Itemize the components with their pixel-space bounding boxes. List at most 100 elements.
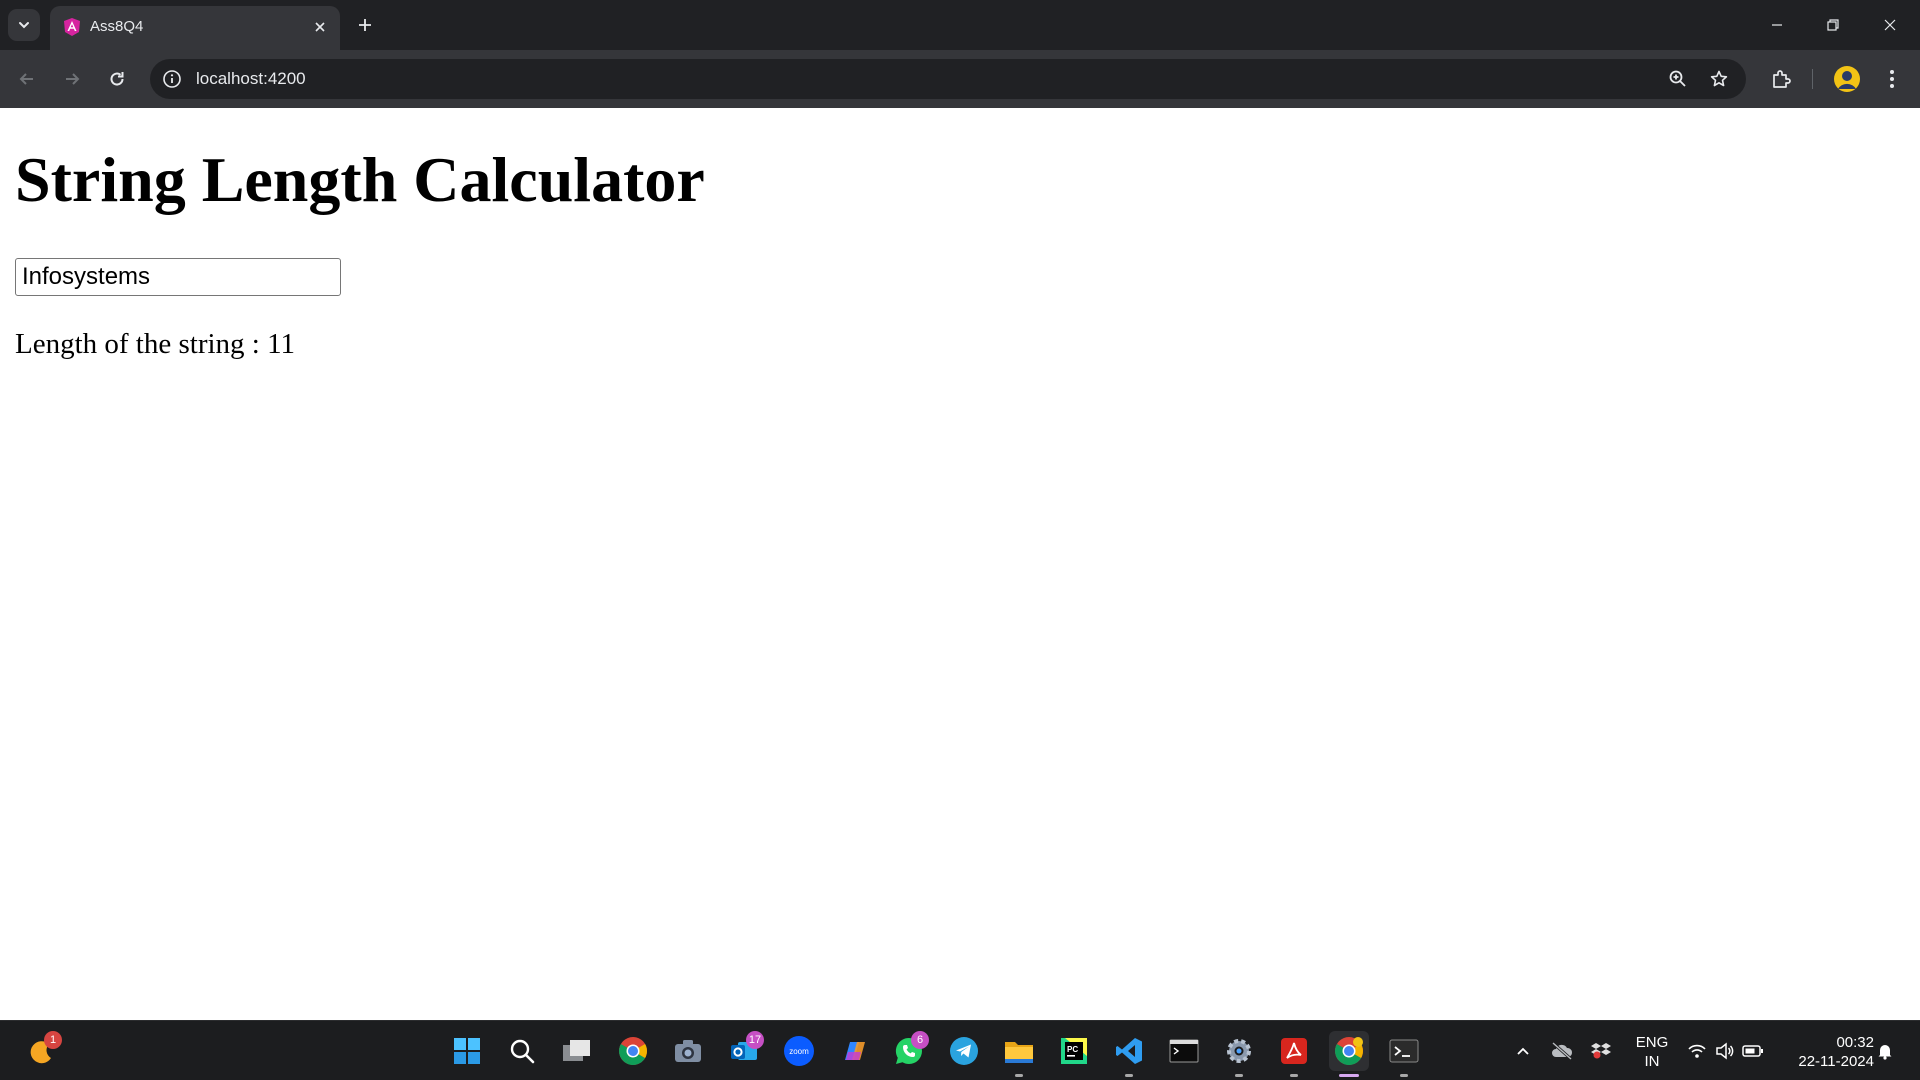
pycharm-icon: PC: [1061, 1038, 1087, 1064]
page-content: String Length Calculator Length of the s…: [0, 108, 1920, 1020]
taskbar: 1 17 zoom 6 PC ENG IN 00:32 22-11-2024: [0, 1020, 1920, 1080]
forward-button[interactable]: [55, 62, 89, 96]
chevron-up-icon: [1517, 1047, 1529, 1055]
taskbar-acrobat[interactable]: [1274, 1031, 1314, 1077]
arrow-left-icon: [19, 73, 33, 85]
arrow-right-icon: [66, 73, 80, 85]
language-region: IN: [1644, 1053, 1660, 1070]
wifi-tray[interactable]: [1684, 1037, 1710, 1065]
tab-title: Ass8Q4: [90, 18, 144, 35]
onedrive-tray[interactable]: [1549, 1037, 1575, 1065]
taskbar-zoom[interactable]: zoom: [779, 1031, 819, 1071]
extensions-button[interactable]: [1764, 62, 1798, 96]
taskbar-vscode[interactable]: [1109, 1031, 1149, 1077]
profile-button[interactable]: [1830, 62, 1864, 96]
taskbar-file-explorer[interactable]: [999, 1031, 1039, 1077]
clock-time: 00:32: [1836, 1034, 1874, 1051]
windows-icon: [454, 1038, 480, 1064]
language-indicator[interactable]: ENG IN: [1630, 1033, 1674, 1071]
zoom-in-icon: [1669, 70, 1686, 87]
running-indicator: [1235, 1074, 1243, 1077]
clock[interactable]: 00:32 22-11-2024: [1780, 1033, 1874, 1071]
tab-close-button[interactable]: [310, 17, 330, 37]
bookmark-button[interactable]: [1707, 67, 1731, 91]
taskbar-settings[interactable]: [1219, 1031, 1259, 1077]
star-icon: [1710, 70, 1728, 87]
taskbar-terminal[interactable]: [1164, 1031, 1204, 1071]
zoom-button[interactable]: [1666, 67, 1690, 91]
minimize-icon: [1772, 24, 1782, 26]
taskbar-telegram[interactable]: [944, 1031, 984, 1071]
tab-search-button[interactable]: [8, 9, 40, 41]
taskbar-powershell[interactable]: [1384, 1031, 1424, 1077]
dropbox-tray[interactable]: [1588, 1037, 1614, 1065]
volume-tray[interactable]: [1712, 1037, 1738, 1065]
clock-date: 22-11-2024: [1798, 1053, 1874, 1070]
restore-icon: [1827, 19, 1839, 31]
minimize-button[interactable]: [1759, 10, 1795, 40]
battery-icon: [1742, 1045, 1763, 1057]
weather-widget[interactable]: 1: [22, 1031, 62, 1071]
close-window-button[interactable]: [1872, 10, 1908, 40]
page-title: String Length Calculator: [15, 144, 705, 215]
command-prompt-icon: [1389, 1039, 1419, 1063]
reload-icon: [110, 72, 124, 86]
toolbar-divider: [1812, 69, 1813, 89]
zoom-label: zoom: [789, 1047, 809, 1056]
restore-button[interactable]: [1815, 10, 1851, 40]
acrobat-icon: [1281, 1038, 1307, 1064]
cloud-off-icon: [1552, 1041, 1573, 1061]
puzzle-icon: [1773, 70, 1791, 88]
reload-button[interactable]: [100, 62, 134, 96]
taskbar-whatsapp[interactable]: 6: [889, 1031, 929, 1071]
whatsapp-badge: 6: [911, 1031, 929, 1049]
start-button[interactable]: [447, 1031, 487, 1071]
taskbar-copilot[interactable]: [834, 1031, 874, 1071]
taskbar-pycharm[interactable]: PC: [1054, 1031, 1094, 1071]
terminal-icon: [1169, 1039, 1199, 1063]
running-indicator: [1400, 1074, 1408, 1077]
search-button[interactable]: [502, 1031, 542, 1071]
browser-tab[interactable]: Ass8Q4: [50, 6, 340, 50]
active-indicator: [1339, 1074, 1359, 1077]
new-tab-button[interactable]: [352, 12, 378, 38]
url-text[interactable]: localhost:4200: [196, 69, 306, 89]
task-view-icon: [563, 1040, 590, 1061]
menu-button[interactable]: [1875, 62, 1909, 96]
battery-tray[interactable]: [1740, 1037, 1766, 1065]
more-vertical-icon: [1890, 70, 1894, 88]
back-button[interactable]: [10, 62, 44, 96]
running-indicator: [1290, 1074, 1298, 1077]
close-icon: [315, 22, 325, 32]
taskbar-outlook[interactable]: 17: [724, 1031, 764, 1071]
browser-tabstrip: Ass8Q4: [0, 0, 1920, 50]
gear-icon: [1227, 1039, 1251, 1063]
language-code: ENG: [1635, 1034, 1669, 1051]
taskbar-camera[interactable]: [668, 1031, 708, 1071]
copilot-icon: [845, 1042, 865, 1060]
speaker-icon: [1716, 1042, 1734, 1060]
close-icon: [1884, 19, 1896, 31]
folder-icon: [1005, 1042, 1033, 1063]
camera-icon: [675, 1040, 701, 1062]
show-hidden-icons-button[interactable]: [1510, 1037, 1536, 1065]
angular-icon: [64, 18, 80, 36]
address-bar[interactable]: localhost:4200: [150, 59, 1746, 99]
task-view-button[interactable]: [557, 1031, 597, 1071]
pycharm-label: PC: [1067, 1045, 1078, 1054]
vscode-icon: [1116, 1038, 1142, 1064]
chrome-icon: [619, 1037, 647, 1065]
info-icon[interactable]: [162, 69, 182, 89]
chrome-icon: [1335, 1037, 1363, 1065]
taskbar-chrome-active[interactable]: [1329, 1031, 1369, 1077]
dropbox-icon: [1591, 1043, 1611, 1059]
taskbar-chrome[interactable]: [613, 1031, 653, 1071]
browser-toolbar: localhost:4200: [0, 50, 1920, 108]
wifi-icon: [1688, 1044, 1706, 1058]
running-indicator: [1125, 1074, 1133, 1077]
notifications-button[interactable]: [1872, 1037, 1898, 1065]
string-input[interactable]: [15, 258, 341, 296]
avatar: [1834, 66, 1860, 92]
weather-badge: 1: [44, 1031, 62, 1049]
search-icon: [510, 1039, 535, 1064]
